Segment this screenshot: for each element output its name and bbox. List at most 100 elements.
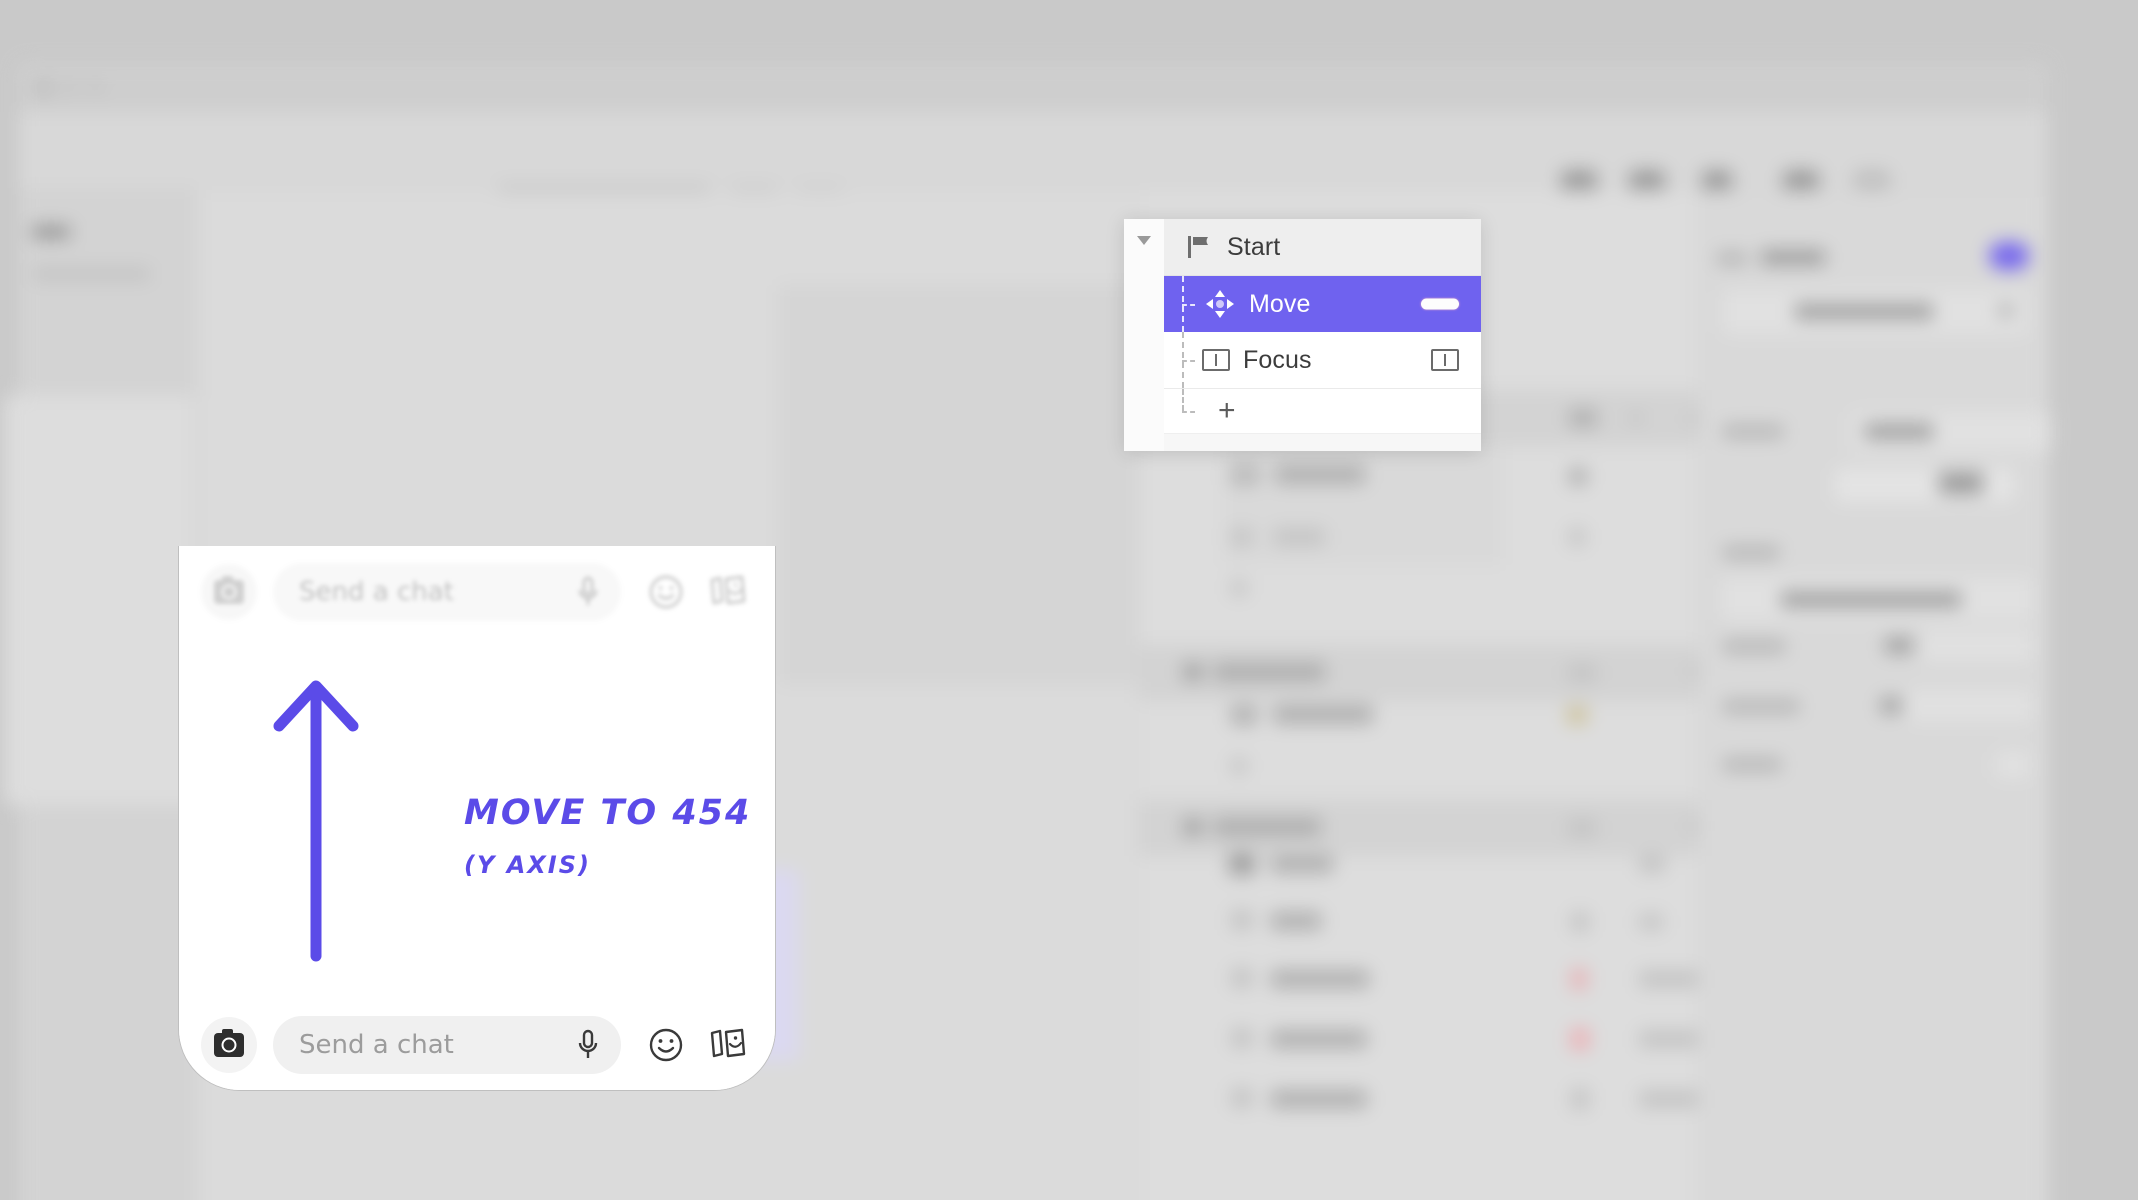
popover-gutter	[1124, 219, 1164, 451]
inspector-label-easing	[1723, 425, 1783, 438]
timeline-row-5-value	[1571, 912, 1589, 932]
inspector-field-delay-value	[1881, 698, 1901, 713]
window-titlebar	[18, 62, 2048, 112]
timeline-row-2-icon	[1231, 528, 1253, 546]
inspector-label-overlay	[1723, 546, 1779, 559]
left-sidebar	[4, 190, 198, 1200]
inspector-label-location	[1723, 640, 1785, 653]
timeline-row-start-label: Start	[1227, 232, 1281, 261]
timeline-row-4-label	[1271, 855, 1333, 873]
timeline-group-1-value	[1569, 409, 1597, 427]
annotation-main-text: MOVE TO 454	[464, 793, 752, 833]
camera-icon[interactable]	[201, 564, 257, 620]
window-minimize-button[interactable]	[62, 80, 77, 95]
chat-input-bottom[interactable]: Send a chat	[273, 1016, 621, 1074]
flag-icon	[1184, 232, 1214, 262]
timeline-row-move[interactable]: Move	[1164, 276, 1481, 332]
sticker-icon[interactable]	[707, 572, 749, 612]
inspector-field-1-value	[1795, 304, 1933, 319]
timeline-row-add-2[interactable]	[1231, 758, 1247, 774]
camera-icon[interactable]	[201, 1017, 257, 1073]
timeline-row-move-label: Move	[1249, 289, 1311, 318]
emoji-icon[interactable]	[647, 1026, 685, 1064]
chat-input-top[interactable]: Send a chat	[273, 563, 621, 621]
timeline-row-start[interactable]: Start	[1164, 219, 1481, 276]
screenshot-root: Start Move Focus + Send a chat MOVE TO 4…	[0, 0, 2138, 1200]
inspector-field-repeat[interactable]	[1995, 752, 2031, 778]
timeline-row-3-icon	[1231, 705, 1257, 725]
timeline-group-2-icon	[1183, 663, 1203, 681]
timeline-row-6-value	[1639, 970, 1703, 988]
timeline-row-7-value	[1639, 1030, 1703, 1048]
sticker-icon[interactable]	[707, 1025, 749, 1065]
annotation-sub-text: (Y AXIS)	[464, 851, 591, 879]
timeline-row-6-icon	[1231, 968, 1253, 988]
timeline-row-4-icon	[1229, 853, 1255, 875]
emoji-icon[interactable]	[647, 573, 685, 611]
timeline-group-2-label	[1213, 662, 1325, 682]
inspector-field-duration[interactable]	[1835, 468, 2015, 502]
timeline-row-3-label	[1273, 705, 1373, 724]
timeline-row-8-label	[1271, 1090, 1367, 1108]
application-toolbar	[18, 112, 2048, 223]
timeline-group-2-value	[1567, 664, 1597, 682]
timeline-row-add[interactable]: +	[1164, 389, 1481, 434]
plus-icon[interactable]: +	[1218, 396, 1236, 426]
timeline-group-3-icon	[1183, 818, 1203, 836]
timeline-row-4-value	[1639, 855, 1665, 873]
timeline-row-add-1[interactable]	[1231, 580, 1247, 596]
inspector-field-1-chevron-icon[interactable]	[1999, 304, 2013, 317]
chat-input-bottom-placeholder: Send a chat	[299, 1030, 454, 1060]
chat-bar-top: Send a chat	[179, 546, 775, 638]
collapse-caret-icon[interactable]	[1137, 236, 1151, 245]
inspector-field-delay[interactable]	[1907, 690, 2033, 722]
tree-connector-move	[1170, 276, 1202, 332]
timeline-row-focus-label: Focus	[1243, 345, 1312, 374]
focus-target-icon[interactable]	[1431, 349, 1459, 371]
timeline-row-2-value	[1569, 528, 1585, 546]
keyframe-bar-badge[interactable]	[1421, 298, 1459, 310]
tree-connector-add	[1170, 389, 1202, 433]
timeline-row-5-label	[1271, 912, 1321, 930]
timeline-row-8-value	[1639, 1090, 1703, 1108]
sidebar-card	[4, 395, 194, 805]
inspector-label-delay	[1723, 700, 1799, 713]
timeline-row-5-extra	[1639, 914, 1663, 930]
timeline-group-3-value	[1567, 819, 1597, 837]
popover-rows: Start Move Focus +	[1164, 219, 1481, 451]
timeline-row-8-status	[1571, 1088, 1589, 1110]
annotation-area: MOVE TO 454 (Y AXIS)	[179, 638, 775, 999]
timeline-row-1-icon	[1231, 465, 1259, 485]
timeline-track-1	[1223, 445, 1503, 565]
timeline-row-1-value	[1569, 468, 1587, 485]
inspector-panel	[1698, 190, 2051, 1200]
inspector-field-location[interactable]	[1921, 630, 2033, 662]
microphone-icon[interactable]	[575, 575, 601, 609]
timeline-group-1-action-a[interactable]	[1629, 412, 1643, 424]
chat-bar-bottom: Send a chat	[179, 999, 775, 1090]
timeline-row-7-status	[1571, 1028, 1589, 1050]
inspector-accent-toggle[interactable]	[1989, 242, 2029, 270]
window-close-button[interactable]	[36, 80, 51, 95]
timeline-row-7-icon	[1231, 1028, 1253, 1048]
timeline-row-2-label	[1273, 528, 1325, 546]
timeline-row-6-label	[1271, 970, 1369, 988]
text-cursor-icon	[1202, 349, 1230, 371]
timeline-row-7-label	[1271, 1030, 1367, 1048]
inspector-section-title	[1761, 250, 1825, 265]
microphone-icon[interactable]	[575, 1028, 601, 1062]
move-arrows-icon	[1204, 288, 1236, 320]
timeline-row-1-label	[1275, 465, 1365, 484]
timeline-row-focus[interactable]: Focus	[1164, 332, 1481, 389]
window-maximize-button[interactable]	[88, 80, 103, 95]
timeline-row-3-status	[1567, 706, 1587, 724]
chat-input-top-placeholder: Send a chat	[299, 577, 454, 607]
canvas-artboard	[778, 285, 1138, 685]
timeline-row-8-icon	[1231, 1088, 1253, 1108]
inspector-field-overlay-value	[1781, 592, 1961, 607]
sidebar-item-2[interactable]	[32, 268, 150, 280]
inspector-section-icon	[1717, 252, 1747, 265]
timeline-row-5-icon	[1231, 910, 1253, 930]
inspector-label-repeat	[1723, 758, 1781, 771]
sidebar-item-1[interactable]	[32, 226, 70, 238]
